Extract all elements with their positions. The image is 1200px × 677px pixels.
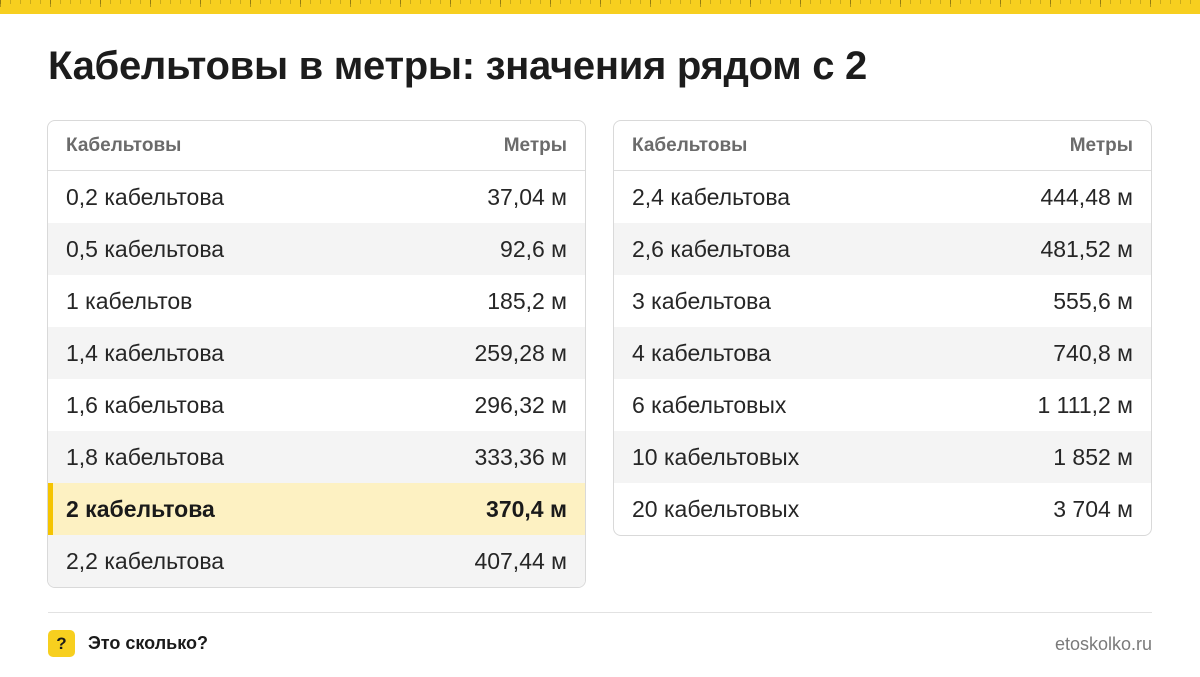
table-row: 2,4 кабельтова 444,48 м [614, 171, 1151, 223]
brand-name: Это сколько? [88, 633, 208, 653]
cell-meters: 3 704 м [1053, 495, 1133, 522]
table-row: 1,6 кабельтова 296,32 м [48, 379, 585, 431]
page-title: Кабельтовы в метры: значения рядом с 2 [48, 44, 867, 88]
cell-meters: 481,52 м [1040, 235, 1133, 262]
table-row: 3 кабельтова 555,6 м [614, 275, 1151, 327]
cell-meters: 37,04 м [487, 183, 567, 210]
cell-meters: 407,44 м [474, 547, 567, 574]
cell-cables: 6 кабельтовых [632, 391, 787, 418]
table-header: Кабельтовы Метры [614, 121, 1151, 171]
cell-meters: 555,6 м [1053, 287, 1133, 314]
cell-cables: 2,6 кабельтова [632, 235, 791, 262]
cell-meters: 296,32 м [474, 391, 567, 418]
table-row: 0,5 кабельтова 92,6 м [48, 223, 585, 275]
cell-meters: 185,2 м [487, 287, 567, 314]
column-header-cables: Кабельтовы [66, 134, 182, 156]
footer-divider [48, 612, 1152, 613]
cell-cables: 1,6 кабельтова [66, 391, 225, 418]
table-header: Кабельтовы Метры [48, 121, 585, 171]
table-row: 2,6 кабельтова 481,52 м [614, 223, 1151, 275]
table-row: 0,2 кабельтова 37,04 м [48, 171, 585, 223]
cell-meters: 444,48 м [1040, 183, 1133, 210]
conversion-table-right: Кабельтовы Метры 2,4 кабельтова 444,48 м2… [613, 120, 1152, 536]
cell-meters: 333,36 м [474, 443, 567, 470]
ruler-strip [0, 0, 1200, 14]
cell-cables: 2,4 кабельтова [632, 183, 791, 210]
table-body-left: 0,2 кабельтова 37,04 м 0,5 кабельтова 92,6 … [48, 171, 585, 587]
cell-cables: 2,2 кабельтова [66, 547, 225, 574]
table-row: 1 кабельтов 185,2 м [48, 275, 585, 327]
table-row-highlighted: 2 кабельтова 370,4 м [48, 483, 585, 535]
cell-meters: 370,4 м [486, 495, 567, 522]
cell-cables: 3 кабельтова [632, 287, 771, 314]
cell-cables: 2 кабельтова [66, 495, 215, 522]
cell-cables: 4 кабельтова [632, 339, 771, 366]
table-row: 1,8 кабельтова 333,36 м [48, 431, 585, 483]
table-body-right: 2,4 кабельтова 444,48 м 2,6 кабельтова 481,… [614, 171, 1151, 535]
cell-cables: 0,2 кабельтова [66, 183, 225, 210]
cell-meters: 1 111,2 м [1037, 391, 1133, 418]
column-header-meters: Метры [503, 134, 567, 156]
table-row: 1,4 кабельтова 259,28 м [48, 327, 585, 379]
brand-block[interactable]: ? Это сколько? [48, 630, 208, 657]
cell-cables: 1 кабельтов [66, 287, 193, 314]
cell-cables: 0,5 кабельтова [66, 235, 225, 262]
table-row: 6 кабельтовых 1 111,2 м [614, 379, 1151, 431]
cell-cables: 1,4 кабельтова [66, 339, 225, 366]
cell-cables: 1,8 кабельтова [66, 443, 225, 470]
cell-meters: 1 852 м [1053, 443, 1133, 470]
table-row: 10 кабельтовых 1 852 м [614, 431, 1151, 483]
conversion-table-left: Кабельтовы Метры 0,2 кабельтова 37,04 м 0,… [47, 120, 586, 588]
site-link[interactable]: etoskolko.ru [1055, 634, 1152, 655]
question-mark-icon: ? [48, 630, 75, 657]
table-row: 20 кабельтовых 3 704 м [614, 483, 1151, 535]
cell-cables: 20 кабельтовых [632, 495, 800, 522]
column-header-cables: Кабельтовы [632, 134, 748, 156]
cell-cables: 10 кабельтовых [632, 443, 800, 470]
table-row: 4 кабельтова 740,8 м [614, 327, 1151, 379]
cell-meters: 740,8 м [1053, 339, 1133, 366]
cell-meters: 92,6 м [500, 235, 567, 262]
table-row: 2,2 кабельтова 407,44 м [48, 535, 585, 587]
column-header-meters: Метры [1069, 134, 1133, 156]
cell-meters: 259,28 м [474, 339, 567, 366]
